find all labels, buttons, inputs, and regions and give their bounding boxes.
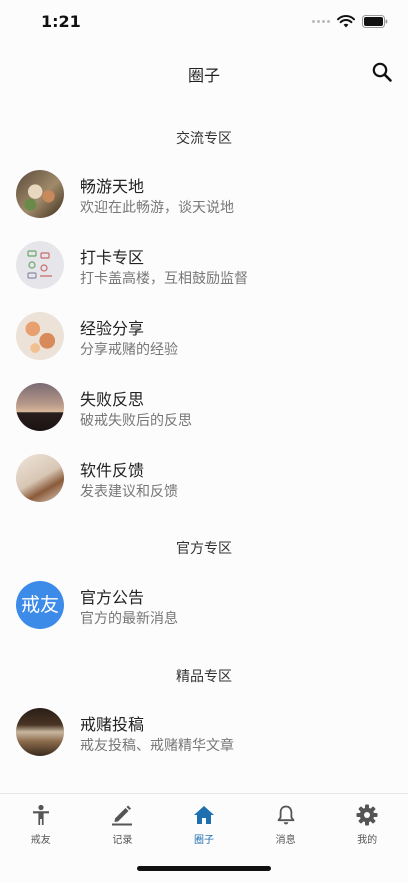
pencil-icon xyxy=(112,805,133,826)
cellular-signal-icon xyxy=(312,20,330,23)
tab-label: 戒友 xyxy=(30,835,51,846)
item-subtitle: 破戒失败后的反思 xyxy=(80,413,192,429)
food-photo-avatar xyxy=(16,170,64,218)
tab-label: 我的 xyxy=(357,835,378,846)
tab-profile[interactable]: 我的 xyxy=(326,800,408,850)
section-header-official: 官方专区 xyxy=(176,541,232,557)
list-item-featured-submissions[interactable]: 戒赌投稿 戒友投稿、戒赌精华文章 xyxy=(0,702,408,762)
item-subtitle: 分享戒赌的经验 xyxy=(80,342,178,358)
wifi-icon xyxy=(337,15,355,28)
gear-icon xyxy=(356,804,378,826)
list-item-forum-feedback[interactable]: 软件反馈 发表建议和反馈 xyxy=(0,448,408,508)
tab-messages[interactable]: 消息 xyxy=(245,800,327,850)
pizza-photo-avatar xyxy=(16,312,64,360)
item-title: 畅游天地 xyxy=(80,177,145,196)
status-bar: 1:21 xyxy=(0,0,408,44)
item-title: 失败反思 xyxy=(80,390,145,409)
list-item-forum-checkin[interactable]: 打卡专区 打卡盖高楼，互相鼓励监督 xyxy=(0,235,408,295)
item-subtitle: 打卡盖高楼，互相鼓励监督 xyxy=(80,271,248,287)
sunset-photo-avatar xyxy=(16,383,64,431)
writing-photo-avatar xyxy=(16,454,64,502)
item-subtitle: 发表建议和反馈 xyxy=(80,484,178,500)
list-item-forum-reflection[interactable]: 失败反思 破戒失败后的反思 xyxy=(0,377,408,437)
person-icon xyxy=(32,804,49,825)
official-avatar: 戒友 xyxy=(16,581,64,629)
section-header-exchange: 交流专区 xyxy=(176,131,232,147)
nav-bar: 圈子 xyxy=(0,52,408,92)
status-time: 1:21 xyxy=(41,12,81,31)
item-title: 打卡专区 xyxy=(80,248,145,267)
search-icon[interactable] xyxy=(370,60,394,84)
checklist-drawing-icon xyxy=(27,250,52,279)
tab-label: 消息 xyxy=(275,835,296,846)
item-title: 官方公告 xyxy=(80,588,145,607)
list-item-forum-experience[interactable]: 经验分享 分享戒赌的经验 xyxy=(0,306,408,366)
tab-circle[interactable]: 圈子 xyxy=(163,800,245,850)
list-item-forum-chat[interactable]: 畅游天地 欢迎在此畅游，谈天说地 xyxy=(0,164,408,224)
item-title: 戒赌投稿 xyxy=(80,715,145,734)
section-header-featured: 精品专区 xyxy=(176,669,232,685)
tab-friends[interactable]: 戒友 xyxy=(0,800,82,850)
item-title: 经验分享 xyxy=(80,319,145,338)
item-subtitle: 官方的最新消息 xyxy=(80,611,178,627)
item-subtitle: 戒友投稿、戒赌精华文章 xyxy=(80,738,234,754)
tab-label: 圈子 xyxy=(193,835,214,846)
status-icons xyxy=(312,15,388,28)
item-title: 软件反馈 xyxy=(80,461,145,480)
bell-icon xyxy=(277,805,294,825)
tab-label: 记录 xyxy=(112,835,133,846)
books-photo-avatar xyxy=(16,708,64,756)
home-icon xyxy=(193,806,214,824)
item-subtitle: 欢迎在此畅游，谈天说地 xyxy=(80,200,234,216)
tab-records[interactable]: 记录 xyxy=(82,800,164,850)
list-item-official-announcement[interactable]: 戒友 官方公告 官方的最新消息 xyxy=(0,575,408,635)
home-indicator xyxy=(137,866,271,871)
battery-icon xyxy=(362,15,388,28)
checklist-photo-avatar xyxy=(16,241,64,289)
page-title: 圈子 xyxy=(187,66,220,85)
